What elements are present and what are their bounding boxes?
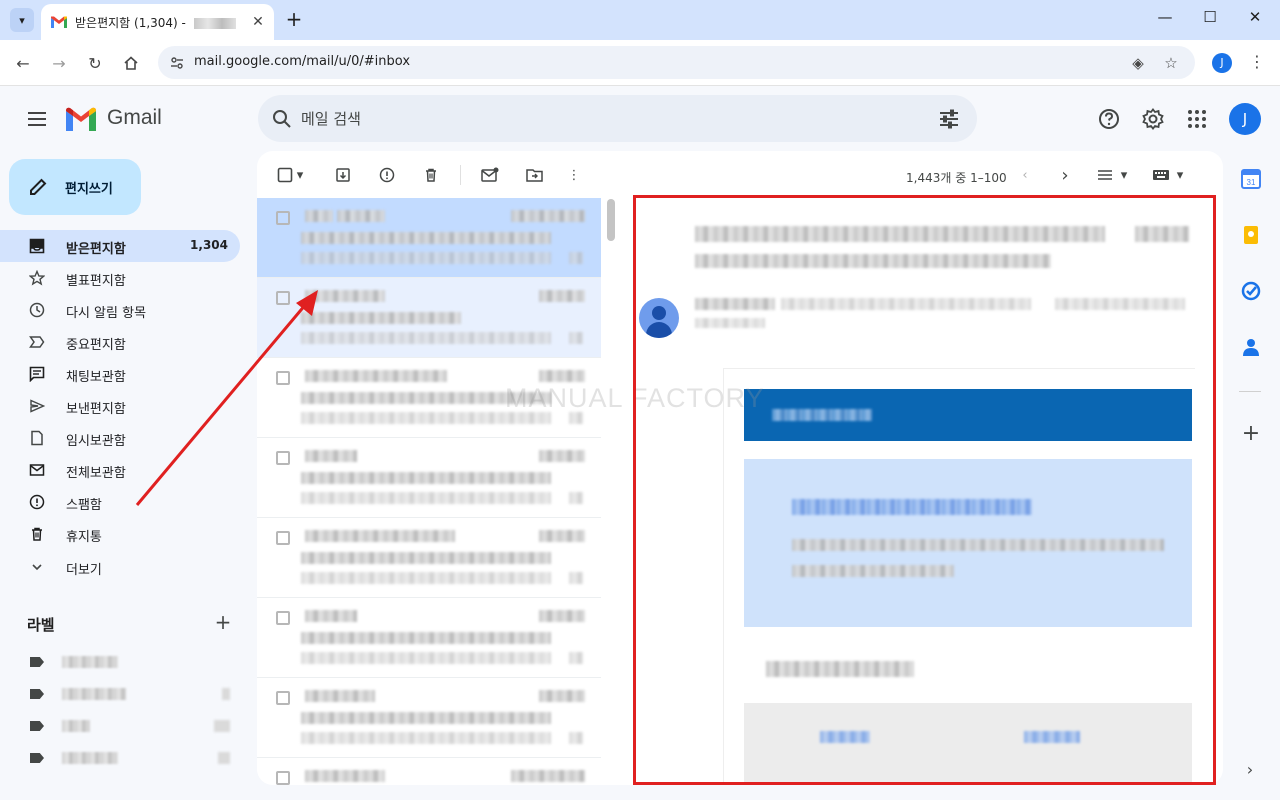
hide-side-panel-icon[interactable]: › <box>1240 760 1260 780</box>
svg-text:31: 31 <box>1247 178 1256 187</box>
calendar-app-icon[interactable]: 31 <box>1240 168 1262 190</box>
keep-app-icon[interactable] <box>1240 224 1262 246</box>
annotation-arrow <box>135 290 318 506</box>
contacts-app-icon[interactable] <box>1240 336 1262 358</box>
side-panel-divider <box>1239 391 1261 392</box>
get-addons-icon[interactable]: + <box>1240 423 1262 446</box>
tasks-app-icon[interactable] <box>1240 280 1262 302</box>
